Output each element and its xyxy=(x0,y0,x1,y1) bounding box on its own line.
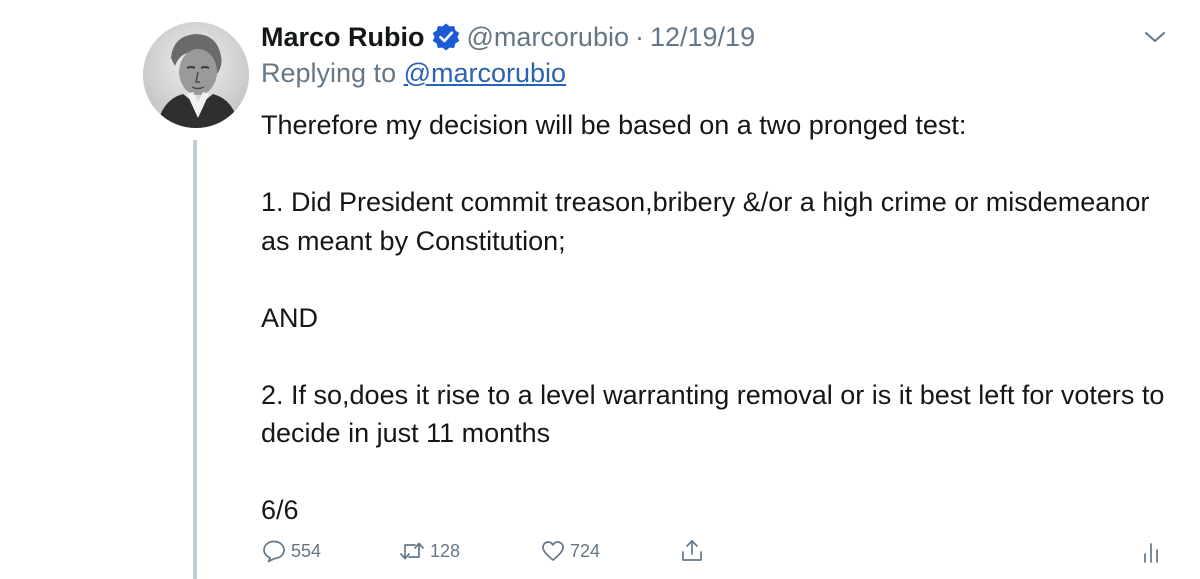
share-icon xyxy=(679,538,705,564)
heart-icon xyxy=(540,538,566,564)
tweet-paragraph: 6/6 xyxy=(261,495,299,525)
analytics-icon xyxy=(1138,538,1164,564)
share-button[interactable] xyxy=(679,537,705,565)
retweet-count: 128 xyxy=(430,540,461,561)
author-handle[interactable]: @marcorubio xyxy=(467,22,629,53)
verified-badge-icon xyxy=(431,22,461,52)
tweet-paragraph: Therefore my decision will be based on a… xyxy=(261,110,967,140)
avatar[interactable] xyxy=(143,22,249,128)
reply-button[interactable]: 554 xyxy=(261,537,321,565)
replying-prefix: Replying to xyxy=(261,58,397,88)
chevron-down-icon[interactable] xyxy=(1143,27,1167,47)
retweet-button[interactable]: 128 xyxy=(398,537,460,565)
retweet-icon xyxy=(398,538,426,564)
reply-icon xyxy=(261,538,287,564)
tweet-header: Marco Rubio @marcorubio · 12/19/19 xyxy=(261,19,755,55)
analytics-button[interactable] xyxy=(1138,537,1164,565)
replying-to-link[interactable]: @marcorubio xyxy=(404,58,566,88)
tweet-paragraph: 2. If so,does it rise to a level warrant… xyxy=(261,379,1172,449)
tweet-date[interactable]: 12/19/19 xyxy=(650,22,755,53)
tweet-text: Therefore my decision will be based on a… xyxy=(261,106,1171,530)
replying-to: Replying to @marcorubio xyxy=(261,58,566,89)
tweet-paragraph: 1. Did President commit treason,bribery … xyxy=(261,187,1157,256)
thread-line xyxy=(193,140,197,579)
like-count: 724 xyxy=(570,540,601,561)
tweet-paragraph: AND xyxy=(261,302,319,333)
reply-count: 554 xyxy=(291,540,322,561)
author-name[interactable]: Marco Rubio xyxy=(261,22,425,53)
like-button[interactable]: 724 xyxy=(540,537,600,565)
separator-dot: · xyxy=(634,21,644,52)
